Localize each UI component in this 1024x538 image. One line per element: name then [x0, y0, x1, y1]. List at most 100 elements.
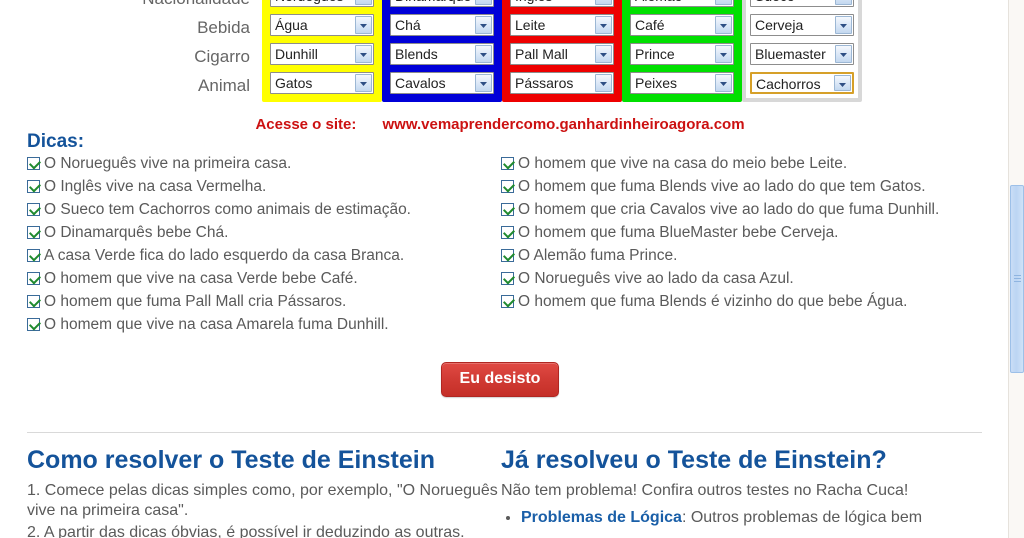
check-icon[interactable] — [501, 295, 514, 308]
hint-item[interactable]: O homem que fuma BlueMaster bebe Cerveja… — [501, 223, 975, 246]
chevron-down-icon[interactable] — [475, 74, 492, 92]
check-icon[interactable] — [501, 203, 514, 216]
scrollbar-thumb[interactable] — [1010, 185, 1024, 373]
check-icon[interactable] — [27, 272, 40, 285]
chevron-down-icon[interactable] — [715, 16, 732, 34]
hint-item[interactable]: O homem que fuma Blends é vizinho do que… — [501, 292, 975, 315]
select-red-animal[interactable]: Pássaros — [510, 72, 614, 94]
give-up-button[interactable]: Eu desisto — [440, 362, 560, 397]
hint-item[interactable]: O homem que fuma Pall Mall cria Pássaros… — [27, 292, 501, 315]
select-green-cigarro[interactable]: Prince — [630, 43, 734, 65]
check-icon[interactable] — [501, 226, 514, 239]
chevron-down-icon[interactable] — [355, 16, 372, 34]
chevron-down-icon[interactable] — [715, 74, 732, 92]
check-icon[interactable] — [27, 180, 40, 193]
how-to-solve-step-1: 1. Comece pelas dicas simples como, por … — [27, 482, 498, 519]
check-icon[interactable] — [27, 226, 40, 239]
hint-text: O homem que cria Cavalos vive ao lado do… — [518, 201, 940, 218]
select-yellow-cigarro[interactable]: Dunhill — [270, 43, 374, 65]
select-green-animal[interactable]: Peixes — [630, 72, 734, 94]
hint-item[interactable]: O homem que vive na casa Amarela fuma Du… — [27, 315, 501, 338]
select-blue-cigarro[interactable]: Blends — [390, 43, 494, 65]
chevron-down-icon[interactable] — [355, 45, 372, 63]
check-icon[interactable] — [501, 249, 514, 262]
chevron-down-icon[interactable] — [475, 16, 492, 34]
site-promo-url[interactable]: www.vemaprendercomo.ganhardinheiroagora.… — [383, 116, 745, 133]
select-value: Chá — [395, 17, 421, 33]
check-icon[interactable] — [501, 180, 514, 193]
select-value: Cachorros — [756, 76, 821, 92]
select-value: Alemão — [635, 0, 712, 6]
hints-container: O Norueguês vive na primeira casa. O Ing… — [27, 154, 987, 338]
chevron-down-icon[interactable] — [355, 74, 372, 92]
chevron-down-icon[interactable] — [475, 45, 492, 63]
hint-item[interactable]: O Norueguês vive na primeira casa. — [27, 154, 501, 177]
select-white-bebida[interactable]: Cerveja — [750, 14, 854, 36]
select-value: Dunhill — [275, 46, 318, 62]
select-value: Pall Mall — [515, 46, 568, 62]
hint-item[interactable]: O Inglês vive na casa Vermelha. — [27, 177, 501, 200]
bottom-sections: Como resolver o Teste de Einstein 1. Com… — [27, 444, 987, 538]
hint-item[interactable]: O homem que cria Cavalos vive ao lado do… — [501, 200, 975, 223]
select-white-nacionalidade[interactable]: Sueco — [750, 0, 854, 7]
chevron-down-icon[interactable] — [595, 45, 612, 63]
house-column-red: Inglês Leite Pall Mall Pássaros — [502, 0, 622, 102]
hint-item[interactable]: O Sueco tem Cachorros como animais de es… — [27, 200, 501, 223]
house-column-green: Alemão Café Prince Peixes — [622, 0, 742, 102]
hint-item[interactable]: O Alemão fuma Prince. — [501, 246, 975, 269]
select-red-bebida[interactable]: Leite — [510, 14, 614, 36]
hint-item[interactable]: O homem que vive na casa do meio bebe Le… — [501, 154, 975, 177]
hint-item[interactable]: O homem que vive na casa Verde bebe Café… — [27, 269, 501, 292]
page-content: Nacionalidade Bebida Cigarro Animal Noru… — [0, 0, 1008, 538]
select-green-nacionalidade[interactable]: Alemão — [630, 0, 734, 7]
chevron-down-icon[interactable] — [834, 75, 851, 91]
chevron-down-icon[interactable] — [835, 0, 852, 5]
check-icon[interactable] — [501, 272, 514, 285]
check-icon[interactable] — [27, 249, 40, 262]
hint-item[interactable]: O homem que fuma Blends vive ao lado do … — [501, 177, 975, 200]
hint-text: O homem que vive na casa do meio bebe Le… — [518, 155, 848, 172]
select-yellow-bebida[interactable]: Água — [270, 14, 374, 36]
select-yellow-nacionalidade[interactable]: Norueguês — [270, 0, 374, 7]
select-yellow-animal[interactable]: Gatos — [270, 72, 374, 94]
select-blue-bebida[interactable]: Chá — [390, 14, 494, 36]
hint-text: O homem que fuma BlueMaster bebe Cerveja… — [518, 224, 839, 241]
select-red-nacionalidade[interactable]: Inglês — [510, 0, 614, 7]
hint-text: O homem que fuma Blends é vizinho do que… — [518, 293, 908, 310]
select-red-cigarro[interactable]: Pall Mall — [510, 43, 614, 65]
chevron-down-icon[interactable] — [355, 0, 372, 5]
check-icon[interactable] — [501, 157, 514, 170]
hint-text: O Norueguês vive ao lado da casa Azul. — [518, 270, 794, 287]
hint-item[interactable]: O Norueguês vive ao lado da casa Azul. — [501, 269, 975, 292]
check-icon[interactable] — [27, 157, 40, 170]
chevron-down-icon[interactable] — [595, 16, 612, 34]
chevron-down-icon[interactable] — [715, 45, 732, 63]
hint-text: O Norueguês vive na primeira casa. — [44, 155, 292, 172]
logic-problems-link[interactable]: Problemas de Lógica — [521, 509, 682, 526]
select-white-animal[interactable]: Cachorros — [750, 72, 854, 94]
give-up-button-row: Eu desisto — [0, 362, 1000, 397]
check-icon[interactable] — [27, 203, 40, 216]
chevron-down-icon[interactable] — [595, 74, 612, 92]
check-icon[interactable] — [27, 318, 40, 331]
vertical-scrollbar[interactable] — [1008, 0, 1024, 538]
row-label-nacionalidade: Nacionalidade — [0, 0, 262, 13]
chevron-down-icon[interactable] — [475, 0, 492, 5]
select-blue-nacionalidade[interactable]: Dinamarquês — [390, 0, 494, 7]
hint-item[interactable]: O Dinamarquês bebe Chá. — [27, 223, 501, 246]
chevron-down-icon[interactable] — [835, 45, 852, 63]
already-solved-intro: Não tem problema! Confira outros testes … — [501, 482, 909, 499]
chevron-down-icon[interactable] — [835, 16, 852, 34]
chevron-down-icon[interactable] — [595, 0, 612, 5]
select-white-cigarro[interactable]: Bluemaster — [750, 43, 854, 65]
select-value: Dinamarquês — [395, 0, 472, 6]
bottom-column-already-solved: Já resolveu o Teste de Einstein? Não tem… — [501, 444, 975, 538]
select-value: Prince — [635, 46, 675, 62]
chevron-down-icon[interactable] — [715, 0, 732, 5]
check-icon[interactable] — [27, 295, 40, 308]
einstein-grid: Nacionalidade Bebida Cigarro Animal Noru… — [0, 0, 1000, 102]
select-green-bebida[interactable]: Café — [630, 14, 734, 36]
row-label-animal: Animal — [198, 76, 250, 95]
hint-item[interactable]: A casa Verde fica do lado esquerdo da ca… — [27, 246, 501, 269]
select-blue-animal[interactable]: Cavalos — [390, 72, 494, 94]
